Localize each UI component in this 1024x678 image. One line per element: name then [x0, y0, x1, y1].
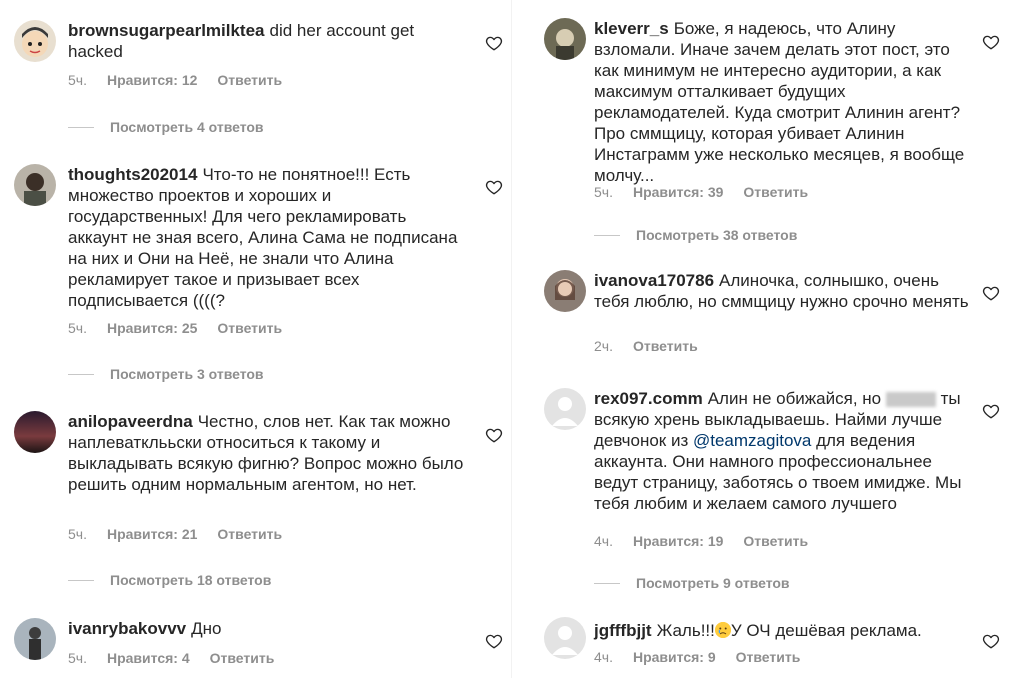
view-replies-button[interactable]: Посмотреть 18 ответов [68, 572, 271, 588]
like-heart-icon[interactable] [982, 284, 1000, 302]
comment-meta: 4ч. Нравится: 19 Ответить [594, 533, 828, 549]
comment-likes[interactable]: Нравится: 4 [107, 650, 190, 666]
comment-likes[interactable]: Нравится: 12 [107, 72, 197, 88]
view-replies-button[interactable]: Посмотреть 4 ответов [68, 119, 264, 135]
comment-body: ivanrybakovvv Дно [68, 618, 468, 639]
comment-likes[interactable]: Нравится: 21 [107, 526, 197, 542]
comment-body: thoughts202014 Что-то не понятное!!! Есть… [68, 164, 458, 311]
like-heart-icon[interactable] [485, 178, 503, 196]
replies-line [594, 582, 620, 584]
comment-username[interactable]: ivanrybakovvv [68, 619, 186, 638]
like-heart-icon[interactable] [982, 33, 1000, 51]
comment-text: Что-то не понятное!!! Есть множество про… [68, 165, 458, 310]
comment-username[interactable]: jgfffbjjt [594, 621, 652, 640]
comment-text: Дно [191, 619, 222, 638]
comment-body: kleverr_s Боже, я надеюсь, что Алину взло… [594, 18, 974, 186]
comment-time: 5ч. [68, 320, 87, 336]
like-heart-icon[interactable] [982, 402, 1000, 420]
comment-time: 4ч. [594, 649, 613, 665]
avatar[interactable] [14, 411, 56, 453]
like-heart-icon[interactable] [485, 34, 503, 52]
avatar[interactable] [14, 20, 56, 62]
comment-username[interactable]: ivanova170786 [594, 271, 714, 290]
reply-button[interactable]: Ответить [736, 649, 801, 665]
replies-line [68, 579, 94, 581]
comment-username[interactable]: kleverr_s [594, 19, 669, 38]
column-divider [511, 0, 512, 678]
comment-body: rex097.comm Алин не обижайся, но ты всяку… [594, 388, 974, 514]
comment-username[interactable]: rex097.comm [594, 389, 703, 408]
avatar[interactable] [14, 618, 56, 660]
like-heart-icon[interactable] [485, 632, 503, 650]
reply-button[interactable]: Ответить [217, 72, 282, 88]
avatar[interactable] [544, 617, 586, 659]
view-replies-label: Посмотреть 18 ответов [110, 572, 272, 588]
comment-body: ivanova170786 Алиночка, солнышко, очень т… [594, 270, 974, 312]
like-heart-icon[interactable] [982, 632, 1000, 650]
comment-likes[interactable]: Нравится: 9 [633, 649, 716, 665]
comment-likes[interactable]: Нравится: 39 [633, 184, 723, 200]
comment-time: 5ч. [68, 72, 87, 88]
mention-link[interactable]: @teamzagitova [693, 431, 811, 450]
reply-button[interactable]: Ответить [743, 184, 808, 200]
comment-meta: 5ч. Нравится: 12 Ответить [68, 72, 302, 88]
view-replies-label: Посмотреть 4 ответов [110, 119, 264, 135]
comment-text-part1: Алин не обижайся, но [707, 389, 882, 408]
comment-body: jgfffbjjt Жаль!!! У ОЧ дешёвая реклама. [594, 620, 974, 641]
avatar[interactable] [14, 164, 56, 206]
view-replies-button[interactable]: Посмотреть 38 ответов [594, 227, 797, 243]
comment-text: Боже, я надеюсь, что Алину взломали. Ина… [594, 19, 965, 185]
avatar[interactable] [544, 388, 586, 430]
comment-username[interactable]: brownsugarpearlmilktea [68, 21, 265, 40]
comment-likes[interactable]: Нравится: 19 [633, 533, 723, 549]
blurred-text [885, 392, 936, 408]
comment-username[interactable]: thoughts202014 [68, 165, 197, 184]
reply-button[interactable]: Ответить [217, 320, 282, 336]
comment-text-part2: У ОЧ дешёвая реклама. [730, 621, 922, 640]
comment-time: 5ч. [68, 650, 87, 666]
comment-time: 5ч. [68, 526, 87, 542]
comment-meta: 5ч. Нравится: 39 Ответить [594, 184, 828, 200]
comment-body: brownsugarpearlmilktea did her account ge… [68, 20, 468, 62]
view-replies-button[interactable]: Посмотреть 9 ответов [594, 575, 790, 591]
view-replies-label: Посмотреть 38 ответов [636, 227, 798, 243]
comment-time: 5ч. [594, 184, 613, 200]
like-heart-icon[interactable] [485, 426, 503, 444]
comment-meta: 5ч. Нравится: 4 Ответить [68, 650, 294, 666]
crying-face-emoji-icon [714, 622, 731, 638]
comment-meta: 5ч. Нравится: 25 Ответить [68, 320, 302, 336]
comment-text-part1: Жаль!!! [656, 621, 715, 640]
comment-meta: 2ч. Ответить [594, 338, 718, 354]
comment-time: 2ч. [594, 338, 613, 354]
reply-button[interactable]: Ответить [217, 526, 282, 542]
reply-button[interactable]: Ответить [743, 533, 808, 549]
comment-meta: 4ч. Нравится: 9 Ответить [594, 649, 820, 665]
replies-line [68, 373, 94, 375]
view-replies-button[interactable]: Посмотреть 3 ответов [68, 366, 264, 382]
comment-body: anilopaveerdna Честно, слов нет. Как так … [68, 411, 468, 495]
comment-time: 4ч. [594, 533, 613, 549]
avatar[interactable] [544, 18, 586, 60]
reply-button[interactable]: Ответить [210, 650, 275, 666]
avatar[interactable] [544, 270, 586, 312]
view-replies-label: Посмотреть 9 ответов [636, 575, 790, 591]
replies-line [68, 126, 94, 128]
comment-username[interactable]: anilopaveerdna [68, 412, 193, 431]
comment-meta: 5ч. Нравится: 21 Ответить [68, 526, 302, 542]
reply-button[interactable]: Ответить [633, 338, 698, 354]
view-replies-label: Посмотреть 3 ответов [110, 366, 264, 382]
comment-likes[interactable]: Нравится: 25 [107, 320, 197, 336]
replies-line [594, 234, 620, 236]
